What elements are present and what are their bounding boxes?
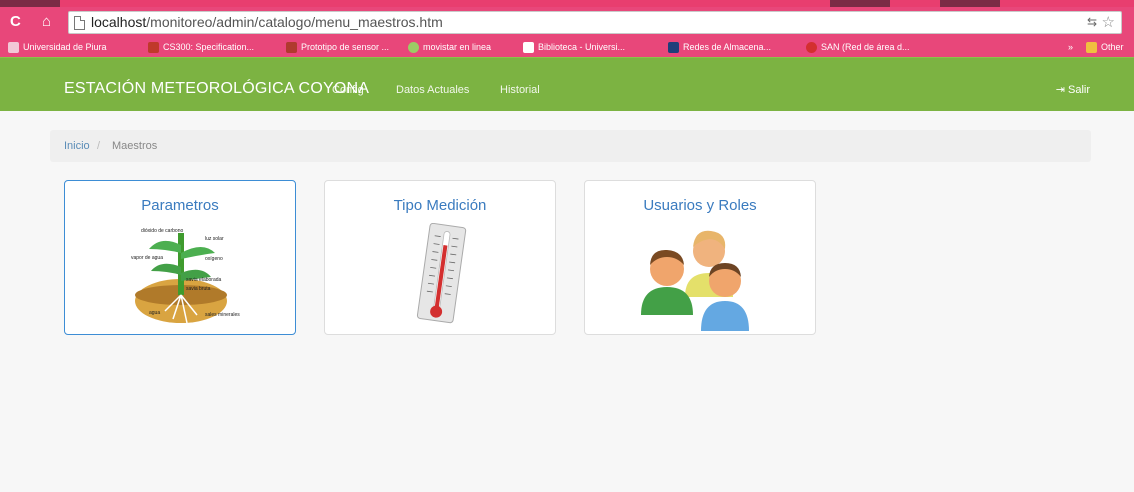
folder-icon — [1086, 41, 1097, 53]
thermometer-icon — [325, 222, 555, 331]
browser-toolbar: C ⌂ localhost/monitoreo/admin/catalogo/m… — [0, 7, 1134, 37]
diagram-label: sales minerales — [205, 312, 240, 318]
page-icon — [74, 16, 85, 30]
diagram-label: agua — [149, 310, 160, 316]
bookmark-star-icon[interactable]: ☆ — [1102, 13, 1115, 31]
nav-config[interactable]: Config — [332, 84, 364, 96]
tile-usuarios-roles[interactable]: Usuarios y Roles — [584, 180, 816, 335]
site-icon — [148, 41, 159, 53]
diagram-label: vapor de agua — [131, 255, 163, 261]
plant-diagram-icon: dióxido de carbono luz solar vapor de ag… — [65, 223, 295, 331]
page-icon — [523, 41, 534, 53]
diagram-label: oxígeno — [205, 256, 223, 262]
diagram-label: savia elaborada — [186, 277, 222, 283]
mail-icon — [8, 41, 19, 53]
reload-icon[interactable]: C — [10, 11, 21, 33]
other-bookmarks[interactable]: Other — [1086, 39, 1124, 55]
diagram-label: luz solar — [205, 236, 224, 242]
breadcrumb-separator: / — [97, 140, 101, 152]
app-navbar: ESTACIÓN METEOROLÓGICA COYONA Config Dat… — [0, 57, 1134, 111]
site-icon — [286, 41, 297, 53]
bookmark-item[interactable]: CS300: Specification... — [148, 39, 254, 55]
users-group-icon — [585, 223, 815, 331]
bookmarks-bar: Universidad de Piura CS300: Specificatio… — [0, 37, 1134, 57]
bookmark-item[interactable]: Universidad de Piura — [8, 39, 107, 55]
tile-tipo-medicion[interactable]: Tipo Medición — [324, 180, 556, 335]
nav-historial[interactable]: Historial — [500, 84, 540, 96]
logout-icon: ⇥ — [1055, 84, 1065, 96]
tile-title: Tipo Medición — [393, 197, 487, 214]
address-bar[interactable]: localhost/monitoreo/admin/catalogo/menu_… — [68, 11, 1122, 34]
browser-tab-strip — [0, 0, 1134, 7]
bookmark-item[interactable]: Prototipo de sensor ... — [286, 39, 389, 55]
bookmark-item[interactable]: Redes de Almacena... — [668, 39, 771, 55]
tile-parametros[interactable]: Parametros dióxido de carbono luz solar … — [64, 180, 296, 335]
nav-datos-actuales[interactable]: Datos Actuales — [396, 84, 469, 96]
more-bookmarks-icon[interactable]: » — [1068, 39, 1073, 55]
logout-button[interactable]: ⇥ Salir — [1056, 83, 1090, 96]
breadcrumb-home-link[interactable]: Inicio — [64, 140, 90, 152]
bookmark-item[interactable]: Biblioteca - Universi... — [523, 39, 625, 55]
site-icon — [668, 41, 679, 53]
diagram-label: dióxido de carbono — [141, 228, 183, 234]
diagram-label: savia bruta — [186, 286, 211, 292]
movistar-icon — [408, 41, 419, 53]
url-text: localhost/monitoreo/admin/catalogo/menu_… — [91, 14, 443, 30]
home-icon[interactable]: ⌂ — [42, 11, 51, 33]
bookmark-item[interactable]: SAN (Red de área d... — [806, 39, 910, 55]
tile-title: Parametros — [141, 197, 219, 214]
bookmark-item[interactable]: movistar en linea — [408, 39, 491, 55]
question-icon — [806, 41, 817, 53]
breadcrumb: Inicio / Maestros — [50, 130, 1091, 162]
translate-icon[interactable]: ⇆ — [1087, 15, 1097, 29]
tile-title: Usuarios y Roles — [643, 197, 757, 214]
breadcrumb-current: Maestros — [112, 140, 158, 152]
brand-title[interactable]: ESTACIÓN METEOROLÓGICA COYONA — [64, 80, 369, 98]
